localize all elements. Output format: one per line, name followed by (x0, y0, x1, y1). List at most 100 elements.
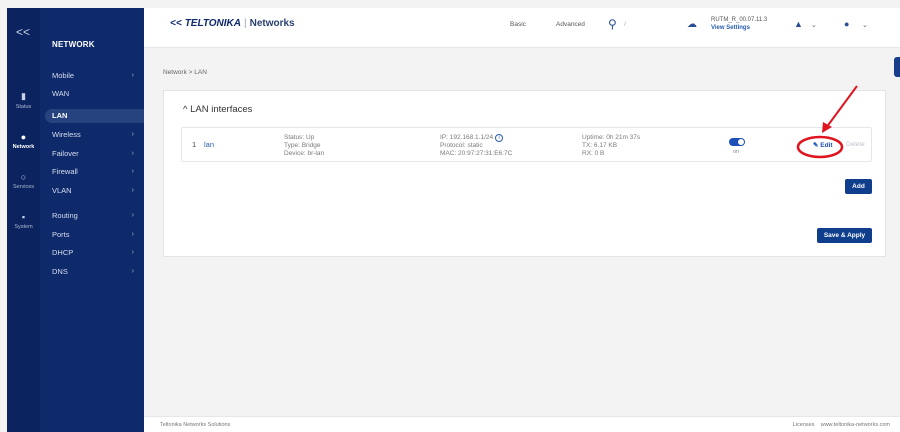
cloud-icon[interactable]: ☁ (687, 19, 697, 30)
sidebar: << ▮ Status ● Network ○ Services ▪ Syste… (7, 8, 144, 432)
edit-button[interactable]: ✎ Edit (813, 141, 833, 149)
topbar: << TELTONIKA | Networks Basic Advanced ⚲ / … (144, 8, 900, 48)
menu-label: DNS (52, 267, 68, 276)
device-text: Device: br-lan (284, 150, 325, 157)
side-panel-tab[interactable] (894, 57, 900, 77)
sidebar-item-routing[interactable]: Routing › (45, 209, 144, 223)
ip-text: IP: 192.168.1.1/24 (440, 134, 494, 141)
type-text: Type: Bridge (284, 142, 321, 149)
status-icon: ▮ (21, 91, 26, 101)
view-settings-link[interactable]: View Settings (711, 24, 767, 32)
rail-item-system[interactable]: ▪ System (7, 212, 40, 230)
row-number: 1 (192, 140, 197, 149)
footer: Teltonika Networks Solutions Licenses ww… (144, 416, 900, 432)
bell-icon[interactable]: ▲ (794, 19, 803, 29)
menu-label: LAN (52, 111, 68, 120)
rx-text: RX: 0 B (582, 150, 605, 157)
chevron-right-icon: › (131, 168, 134, 175)
chevron-down-icon[interactable]: ⌄ (862, 21, 868, 29)
footer-company: Teltonika Networks Solutions (160, 422, 231, 428)
network-icon: ● (20, 132, 27, 142)
teltonika-logo[interactable]: << TELTONIKA | Networks (170, 18, 295, 29)
sidebar-rail: << ▮ Status ● Network ○ Services ▪ Syste… (7, 8, 40, 432)
menu-label: Wireless (52, 130, 81, 139)
status-text: Status: Up (284, 134, 315, 141)
interface-enable-toggle[interactable] (729, 138, 745, 146)
sidebar-item-failover[interactable]: Failover › (45, 147, 144, 161)
chevron-right-icon: › (131, 212, 134, 219)
rail-item-label: System (14, 224, 33, 230)
interface-row: 1 lan Status: Up Type: Bridge Device: br… (181, 127, 872, 162)
menu-label: Failover (52, 149, 79, 158)
system-icon: ▪ (21, 212, 26, 222)
pencil-icon: ✎ (813, 142, 819, 149)
chevron-right-icon: › (131, 150, 134, 157)
menu-label: Ports (52, 230, 70, 239)
info-icon[interactable]: i (495, 134, 504, 142)
network-column: IP: 192.168.1.1/24 i Protocol: static MAC… (440, 134, 512, 158)
rail-item-network[interactable]: ● Network (7, 132, 40, 150)
search-icon[interactable]: ⚲ (608, 17, 617, 31)
sidebar-item-vlan[interactable]: VLAN › (45, 184, 144, 198)
traffic-column: Uptime: 0h 21m 37s TX: 6.17 KB RX: 0 B (582, 134, 640, 158)
licenses-link[interactable]: Licenses (793, 422, 815, 428)
sidebar-item-wireless[interactable]: Wireless › (45, 128, 144, 142)
lan-interfaces-panel: ^ LAN interfaces 1 lan Status: Up Type: … (163, 90, 886, 257)
menu-label: WAN (52, 89, 70, 98)
uptime-text: Uptime: 0h 21m 37s (582, 134, 641, 141)
device-info: RUTM_R_00.07.11.3 View Settings (711, 16, 767, 32)
status-column: Status: Up Type: Bridge Device: br-lan (284, 134, 324, 158)
chevron-right-icon: › (131, 268, 134, 275)
rail-item-label: Status (15, 104, 32, 110)
logo-separator: | (243, 18, 247, 29)
services-icon: ○ (20, 172, 27, 182)
panel-title-text: LAN interfaces (190, 104, 253, 115)
sidebar-item-dns[interactable]: DNS › (45, 265, 144, 279)
chevron-right-icon: › (131, 72, 134, 79)
panel-title[interactable]: ^ LAN interfaces (183, 104, 252, 115)
menu-label: Firewall (52, 167, 78, 176)
rail-item-status[interactable]: ▮ Status (7, 91, 40, 110)
mode-advanced-button[interactable]: Advanced (556, 21, 585, 28)
website-link[interactable]: www.teltonika-networks.com (821, 422, 890, 428)
sidebar-item-lan[interactable]: LAN (45, 109, 144, 123)
device-name: RUTM_R_00.07.11.3 (711, 17, 768, 23)
menu-label: Mobile (52, 71, 75, 80)
edit-label: Edit (820, 142, 833, 149)
menu-label: Routing (52, 211, 78, 220)
mode-basic-button[interactable]: Basic (510, 21, 526, 28)
chevron-right-icon: › (131, 187, 134, 194)
collapse-sidebar-button[interactable]: << (16, 25, 30, 39)
search-shortcut-badge: / (624, 21, 626, 28)
protocol-text: Protocol: static (440, 142, 483, 149)
tx-text: TX: 6.17 KB (582, 142, 618, 149)
sidebar-item-dhcp[interactable]: DHCP › (45, 246, 144, 260)
sidebar-item-firewall[interactable]: Firewall › (45, 165, 144, 179)
section-title: NETWORK (52, 40, 95, 49)
interface-name: lan (204, 140, 215, 149)
chevron-right-icon: › (131, 131, 134, 138)
add-button[interactable]: Add (845, 179, 872, 194)
menu-label: VLAN (52, 186, 72, 195)
toggle-label: on (733, 149, 740, 155)
chevron-right-icon: › (131, 231, 134, 238)
collapse-chevron-icon: ^ (183, 104, 188, 115)
save-apply-button[interactable]: Save & Apply (817, 228, 872, 243)
menu-label: DHCP (52, 248, 74, 257)
rail-item-label: Network (12, 144, 35, 150)
mac-text: MAC: 20:97:27:31:E6:7C (440, 150, 513, 157)
breadcrumb: Network > LAN (163, 69, 207, 76)
user-icon[interactable]: ● (844, 19, 849, 29)
chevron-down-icon[interactable]: ⌄ (811, 21, 817, 29)
logo-mark: << (170, 18, 182, 29)
logo-suffix: Networks (249, 18, 295, 29)
footer-links: Licenses www.teltonika-networks.com (793, 422, 890, 428)
rail-item-services[interactable]: ○ Services (7, 172, 40, 190)
sidebar-item-mobile[interactable]: Mobile › (45, 69, 144, 83)
sidebar-item-wan[interactable]: WAN (45, 87, 144, 101)
sidebar-item-ports[interactable]: Ports › (45, 228, 144, 242)
chevron-right-icon: › (131, 249, 134, 256)
logo-brand: TELTONIKA (184, 18, 241, 29)
delete-button[interactable]: Delete (846, 141, 865, 148)
rail-item-label: Services (12, 184, 35, 190)
